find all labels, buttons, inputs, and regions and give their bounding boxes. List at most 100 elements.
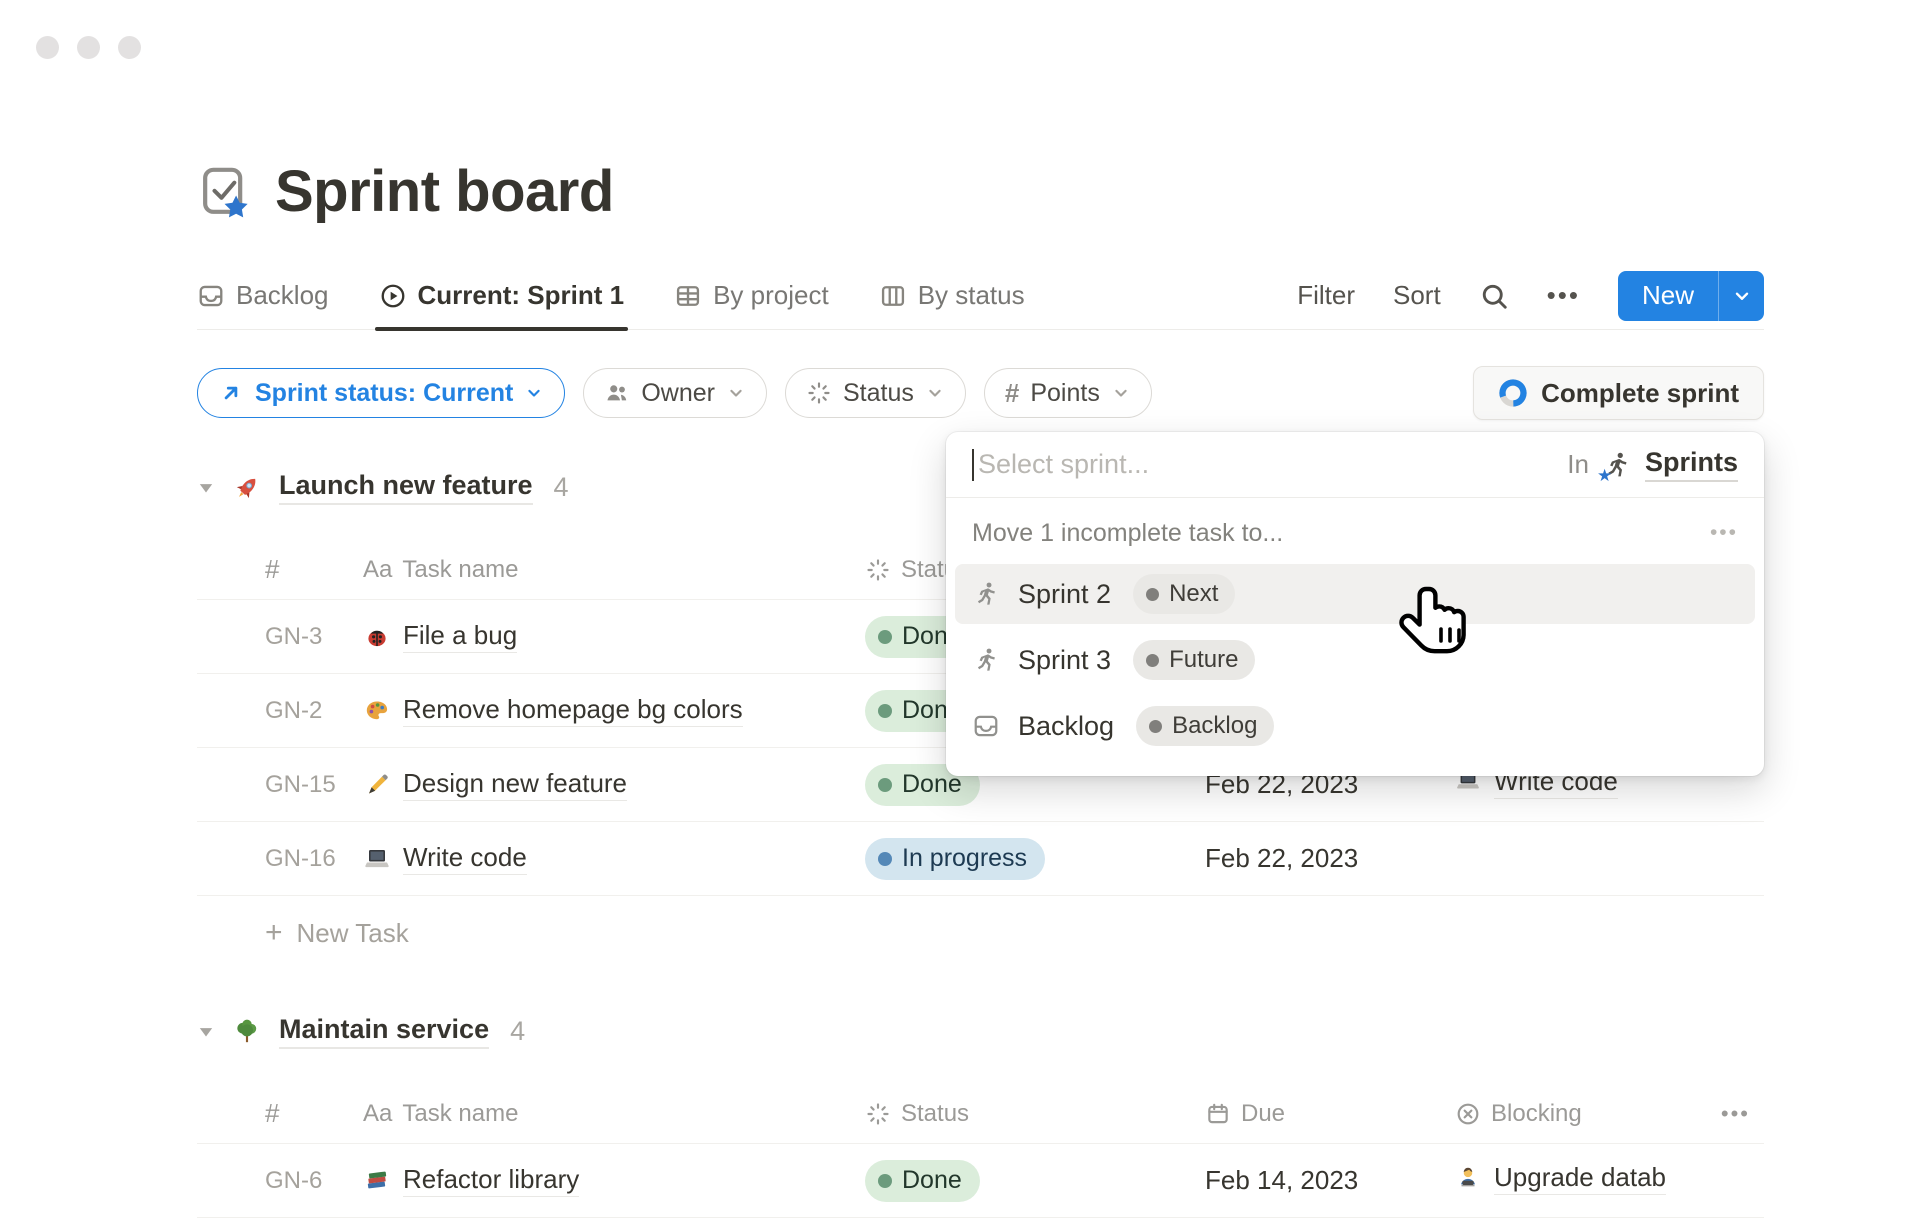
complete-sprint-label: Complete sprint [1541, 378, 1739, 409]
tree-icon [232, 1017, 262, 1047]
spinner-icon [865, 1101, 891, 1127]
tab-label: By project [713, 280, 829, 311]
palette-icon [363, 697, 391, 725]
more-options-icon[interactable]: ••• [1547, 280, 1580, 311]
status-filter-chip[interactable]: Status [785, 368, 966, 418]
pen-icon [363, 771, 391, 799]
tab-label: By status [918, 280, 1025, 311]
sprints-database-link[interactable]: Sprints [1645, 447, 1738, 482]
progress-ring-icon [1498, 378, 1528, 408]
sprint-status-badge: Next [1133, 574, 1235, 614]
arrow-up-right-icon [218, 380, 244, 406]
section-count: 4 [554, 472, 569, 503]
option-sprint-2[interactable]: Sprint 2 Next [955, 564, 1755, 624]
window-dot[interactable] [77, 36, 100, 59]
check-star-icon [197, 164, 253, 220]
status-dot [878, 852, 892, 866]
option-backlog[interactable]: Backlog Backlog [955, 696, 1755, 756]
badge-dot [1146, 654, 1159, 667]
filter-button[interactable]: Filter [1297, 280, 1355, 311]
tab-label: Current: Sprint 1 [418, 280, 625, 311]
plus-icon: + [265, 918, 283, 948]
badge-dot [1146, 588, 1159, 601]
search-icon[interactable] [1479, 281, 1509, 311]
collapse-triangle-icon[interactable] [197, 1023, 215, 1041]
play-circle-icon [379, 282, 407, 310]
new-dropdown-button[interactable] [1718, 271, 1764, 321]
sprint-status-badge: Future [1133, 640, 1255, 680]
window-dot[interactable] [36, 36, 59, 59]
section-title[interactable]: Maintain service [279, 1014, 489, 1049]
id-column-header[interactable]: # [265, 554, 279, 585]
due-column-header[interactable]: Due [1241, 1100, 1285, 1128]
status-dot [878, 778, 892, 792]
status-badge[interactable]: Done [865, 1160, 980, 1202]
window-dot[interactable] [118, 36, 141, 59]
move-sprint-popup: Select sprint... In ★ Sprints Move 1 inc… [946, 432, 1764, 776]
name-column-header[interactable]: Task name [402, 1100, 518, 1128]
due-date[interactable]: Feb 14, 2023 [1205, 1165, 1455, 1196]
rocket-icon [232, 473, 262, 503]
status-column-header[interactable]: Status [901, 1100, 969, 1128]
chevron-down-icon [1731, 285, 1753, 307]
task-title-link[interactable]: Design new feature [403, 768, 627, 801]
chevron-down-icon [1111, 383, 1131, 403]
ladybug-icon [363, 623, 391, 651]
runner-star-icon: ★ [1602, 450, 1632, 480]
task-title-link[interactable]: Write code [403, 842, 527, 875]
badge-dot [1149, 720, 1162, 733]
popup-heading: Move 1 incomplete task to... ••• [946, 508, 1764, 558]
task-title-link[interactable]: Refactor library [403, 1164, 579, 1197]
aa-icon: Aa [363, 556, 392, 584]
pointer-cursor [1398, 580, 1478, 676]
new-button[interactable]: New [1618, 271, 1718, 321]
complete-sprint-button[interactable]: Complete sprint [1473, 366, 1764, 420]
technologist-icon [1455, 1164, 1483, 1192]
owner-filter-chip[interactable]: Owner [583, 368, 767, 418]
hash-icon: # [1005, 378, 1019, 409]
new-task-button[interactable]: + New Task [197, 896, 1764, 970]
calendar-icon [1205, 1101, 1231, 1127]
tab-backlog[interactable]: Backlog [197, 262, 329, 329]
sort-button[interactable]: Sort [1393, 280, 1441, 311]
table-row[interactable]: GN-6 Refactor library Done Feb 14, 2023 [197, 1144, 1764, 1218]
table-row[interactable]: GN-16 Write code In progress Feb 22, 202… [197, 822, 1764, 896]
aa-icon: Aa [363, 1100, 392, 1128]
task-title-link[interactable]: Remove homepage bg colors [403, 694, 743, 727]
people-icon [604, 380, 630, 406]
blocking-relation-link[interactable]: Upgrade datab [1455, 1162, 1666, 1195]
collapse-triangle-icon[interactable] [197, 479, 215, 497]
table-maintain-service: # Aa Task name Status Due Blocking ••• GN… [197, 1084, 1764, 1218]
option-label: Backlog [1018, 711, 1114, 742]
blocking-icon [1455, 1101, 1481, 1127]
chip-label: Owner [641, 379, 715, 408]
new-task-label: New Task [297, 918, 409, 949]
column-more-icon[interactable]: ••• [1721, 1101, 1764, 1127]
page-title: Sprint board [275, 158, 614, 225]
sprint-status-filter-chip[interactable]: Sprint status: Current [197, 368, 565, 418]
status-badge[interactable]: In progress [865, 838, 1045, 880]
task-title-link[interactable]: File a bug [403, 620, 517, 653]
option-sprint-3[interactable]: Sprint 3 Future [955, 630, 1755, 690]
in-label: In [1567, 449, 1589, 480]
tab-current-sprint[interactable]: Current: Sprint 1 [379, 262, 625, 329]
due-date[interactable]: Feb 22, 2023 [1205, 843, 1455, 874]
task-id: GN-3 [265, 623, 363, 651]
chevron-down-icon [524, 383, 544, 403]
runner-icon [972, 646, 1000, 674]
blocking-column-header[interactable]: Blocking [1491, 1100, 1582, 1128]
chevron-down-icon [726, 383, 746, 403]
name-column-header[interactable]: Task name [402, 556, 518, 584]
view-tabbar: Backlog Current: Sprint 1 By project By … [197, 262, 1764, 330]
tab-by-project[interactable]: By project [674, 262, 829, 329]
tab-by-status[interactable]: By status [879, 262, 1025, 329]
spinner-icon [806, 380, 832, 406]
id-column-header[interactable]: # [265, 1098, 279, 1129]
points-filter-chip[interactable]: # Points [984, 368, 1152, 418]
popup-more-icon[interactable]: ••• [1710, 521, 1738, 545]
sprint-search-input[interactable]: Select sprint... In ★ Sprints [946, 432, 1764, 498]
section-count: 4 [510, 1016, 525, 1047]
spinner-icon [865, 557, 891, 583]
section-title[interactable]: Launch new feature [279, 470, 533, 505]
table-header-row: # Aa Task name Status Due Blocking ••• [197, 1084, 1764, 1144]
